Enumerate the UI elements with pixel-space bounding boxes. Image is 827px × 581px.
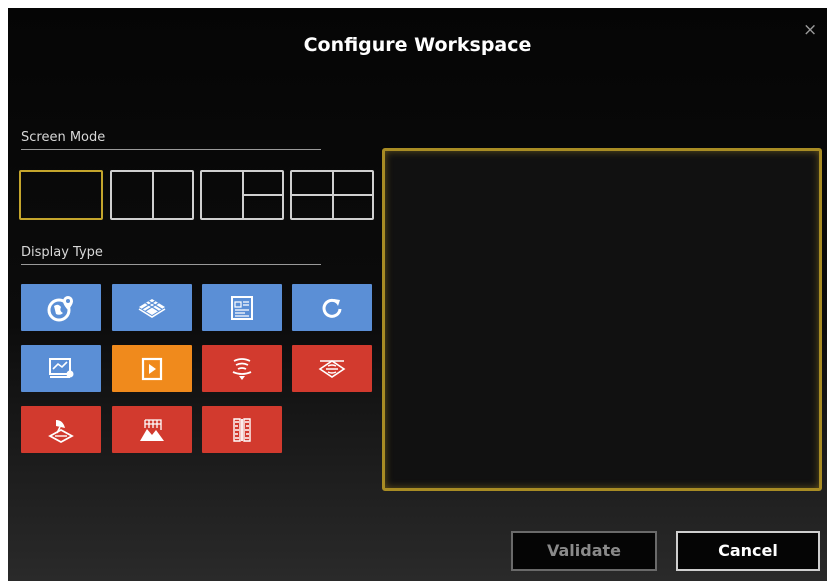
sonar-waves-icon bbox=[232, 357, 252, 380]
satellite-dish-icon bbox=[48, 419, 74, 443]
display-type-satellite[interactable] bbox=[21, 406, 101, 453]
grid-plane-icon bbox=[138, 298, 166, 318]
screen-mode-two-split[interactable] bbox=[110, 170, 194, 220]
display-type-radar[interactable] bbox=[292, 345, 372, 392]
refresh-icon bbox=[322, 298, 342, 318]
radar-sweep-icon bbox=[318, 359, 346, 378]
display-type-video-screen[interactable] bbox=[21, 345, 101, 392]
configure-workspace-dialog: Configure Workspace × Screen Mode Displa… bbox=[8, 8, 827, 581]
display-type-side-scan[interactable] bbox=[202, 406, 282, 453]
side-scan-icon bbox=[233, 417, 251, 442]
globe-pin-icon bbox=[47, 295, 73, 321]
display-type-refresh[interactable] bbox=[292, 284, 372, 331]
display-type-terrain[interactable] bbox=[112, 406, 192, 453]
validate-button[interactable]: Validate bbox=[511, 531, 657, 571]
screen-mode-label: Screen Mode bbox=[21, 130, 106, 145]
display-type-sonar[interactable] bbox=[202, 345, 282, 392]
close-icon[interactable]: × bbox=[803, 22, 817, 39]
play-icon bbox=[141, 357, 163, 380]
video-screen-icon bbox=[49, 357, 74, 378]
display-type-map-sheet[interactable] bbox=[202, 284, 282, 331]
display-type-grid-plane[interactable] bbox=[112, 284, 192, 331]
display-type-label: Display Type bbox=[21, 245, 103, 260]
map-sheet-icon bbox=[231, 295, 253, 320]
screen-mode-divider bbox=[21, 149, 321, 150]
screen-mode-single[interactable] bbox=[19, 170, 103, 220]
cancel-button[interactable]: Cancel bbox=[676, 531, 820, 571]
screen-mode-three-split[interactable] bbox=[200, 170, 284, 220]
display-type-divider bbox=[21, 264, 321, 265]
terrain-grid-icon bbox=[140, 418, 164, 441]
screen-mode-quad-split[interactable] bbox=[290, 170, 374, 220]
workspace-preview-panel bbox=[382, 148, 822, 491]
display-type-globe[interactable] bbox=[21, 284, 101, 331]
dialog-title: Configure Workspace bbox=[303, 34, 532, 56]
display-type-play[interactable] bbox=[112, 345, 192, 392]
